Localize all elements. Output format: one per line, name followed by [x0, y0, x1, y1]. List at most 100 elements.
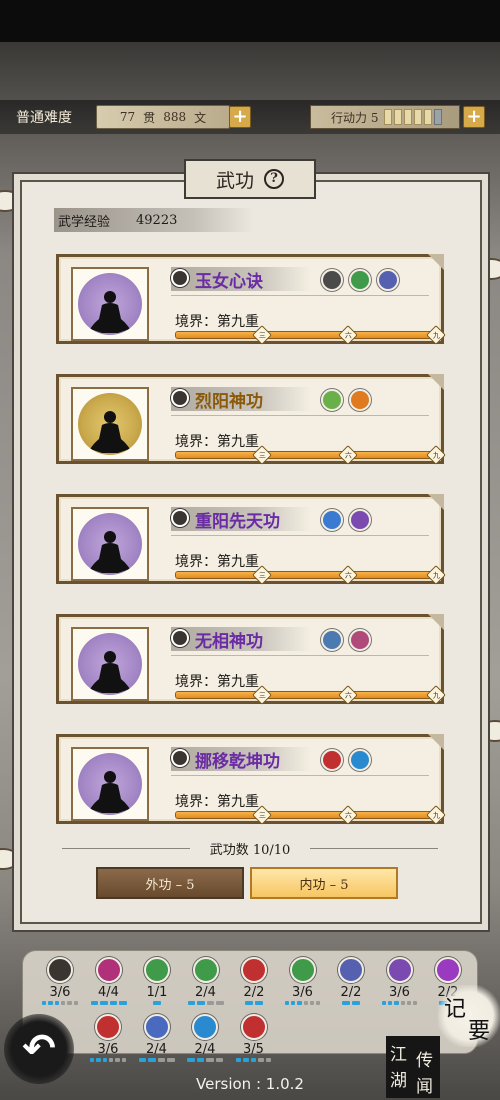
- slot-count: 2/4: [195, 985, 216, 1000]
- skill-progress-bar: 三六九: [175, 445, 446, 465]
- jh-char-4: 闻: [416, 1077, 433, 1097]
- skill-tag-icon[interactable]: [349, 389, 371, 411]
- slot-pips: [187, 1001, 224, 1005]
- jianghu-news-button[interactable]: 江 湖 传 闻: [386, 1036, 440, 1098]
- energy-segment: [434, 109, 443, 125]
- slot-pip: [316, 1001, 321, 1005]
- panel-title: 武功 ?: [184, 159, 316, 199]
- progress-mark: 九: [426, 805, 446, 825]
- slot-pip: [157, 1058, 165, 1062]
- divider-right: [310, 848, 438, 849]
- skill-name: 烈阳神功: [195, 392, 263, 412]
- skill-progress-fill: [176, 692, 436, 698]
- skill-type-icon: [171, 629, 189, 647]
- slot-pip: [413, 1001, 418, 1005]
- help-icon[interactable]: ?: [264, 169, 284, 189]
- slot-pips: [139, 1001, 175, 1005]
- record-char-1: 记: [444, 997, 467, 1022]
- progress-mark: 六: [337, 685, 358, 705]
- progress-mark: 六: [337, 325, 358, 345]
- slot-pip: [187, 1058, 195, 1062]
- skill-slot[interactable]: 2/2: [333, 957, 369, 1005]
- slot-pip: [255, 1001, 263, 1005]
- record-button[interactable]: 记 要: [438, 985, 500, 1047]
- slot-pip: [381, 1001, 386, 1005]
- skill-card[interactable]: 烈阳神功境界：第九重三六九: [56, 374, 446, 465]
- skill-realm: 境界：第九重: [175, 434, 259, 450]
- skill-slot[interactable]: 1/1: [139, 957, 175, 1005]
- skill-realm: 境界：第九重: [175, 554, 259, 570]
- skill-realm: 境界：第九重: [175, 314, 259, 330]
- slot-skill-icon: [241, 957, 267, 983]
- slot-pip: [100, 1001, 108, 1005]
- skill-slot[interactable]: 3/6: [42, 957, 78, 1005]
- skill-card[interactable]: 玉女心诀 境界：第九重三六九: [56, 254, 446, 345]
- skill-tag-icon[interactable]: [321, 509, 343, 531]
- skill-tag-icon[interactable]: [321, 749, 343, 771]
- energy-segment: [424, 109, 433, 125]
- skill-tag-icon[interactable]: [349, 749, 371, 771]
- slot-pip: [90, 1058, 95, 1062]
- skill-tag-icon[interactable]: [321, 389, 343, 411]
- meditating-figure-icon: [90, 411, 130, 453]
- skill-slot[interactable]: 3/6: [90, 1014, 126, 1062]
- slot-pip: [406, 1001, 412, 1005]
- skill-card[interactable]: 挪移乾坤功 境界：第九重三六九: [56, 734, 446, 825]
- tab-outer-skills[interactable]: 外功 – 5: [96, 867, 244, 899]
- skill-tags: [321, 389, 371, 411]
- skill-slot[interactable]: 2/4: [187, 1014, 223, 1062]
- progress-mark: 九: [426, 325, 446, 345]
- skill-slot[interactable]: 4/4: [90, 957, 127, 1005]
- skill-slot[interactable]: 2/4: [138, 1014, 175, 1062]
- slot-count: 3/6: [292, 985, 313, 1000]
- skill-type-icon: [171, 749, 189, 767]
- slot-pip: [206, 1058, 214, 1062]
- skill-progress-bar: 三六九: [175, 685, 446, 705]
- skill-slot[interactable]: 3/6: [284, 957, 321, 1005]
- skill-tag-icon[interactable]: [321, 269, 343, 291]
- slot-pip: [290, 1001, 296, 1005]
- add-energy-button[interactable]: +: [463, 106, 485, 128]
- slot-skill-icon: [338, 957, 364, 983]
- portrait-halo: [78, 753, 142, 815]
- skill-realm: 境界：第九重: [175, 794, 259, 810]
- back-button[interactable]: ↶: [4, 1014, 74, 1084]
- version-label: Version : 1.0.2: [196, 1075, 304, 1093]
- skill-tag-icon[interactable]: [349, 269, 371, 291]
- slot-pip: [258, 1058, 264, 1062]
- tab-inner-skills[interactable]: 内功 – 5: [250, 867, 398, 899]
- skill-portrait: [71, 507, 149, 581]
- add-money-button[interactable]: +: [229, 106, 251, 128]
- slot-pip: [250, 1058, 257, 1062]
- energy-display: 行动力 5: [310, 105, 460, 129]
- progress-mark: 六: [337, 565, 358, 585]
- progress-mark: 六: [337, 805, 358, 825]
- skill-tag-icon[interactable]: [349, 629, 371, 651]
- exp-label: 武学经验: [58, 214, 111, 230]
- slot-skill-icon: [47, 957, 73, 983]
- skill-tag-icon[interactable]: [321, 629, 343, 651]
- slot-pip: [243, 1058, 249, 1062]
- skill-slot[interactable]: 2/2: [236, 957, 272, 1005]
- energy-segment: [394, 109, 403, 125]
- slot-pip: [119, 1001, 127, 1005]
- slot-skill-icon: [95, 957, 122, 983]
- slot-pips: [284, 1001, 321, 1005]
- skill-tag-icon[interactable]: [349, 509, 371, 531]
- meditating-figure-icon: [90, 651, 130, 693]
- slot-pip: [90, 1001, 98, 1005]
- skill-card[interactable]: 重阳先天功 境界：第九重三六九: [56, 494, 446, 585]
- skill-card[interactable]: 无相神功 境界：第九重三六九: [56, 614, 446, 705]
- slot-pip: [115, 1058, 120, 1062]
- skill-tag-icon[interactable]: [377, 269, 399, 291]
- skill-tags: [321, 269, 399, 291]
- skill-slot[interactable]: 3/5: [235, 1014, 272, 1062]
- slot-pip: [148, 1058, 156, 1062]
- card-divider: [171, 295, 429, 296]
- portrait-halo: [78, 393, 142, 455]
- skill-slot[interactable]: 3/6: [381, 957, 418, 1005]
- skill-type-icon: [171, 269, 189, 287]
- slot-pips: [138, 1058, 175, 1062]
- card-divider: [171, 655, 429, 656]
- skill-slot[interactable]: 2/4: [187, 957, 224, 1005]
